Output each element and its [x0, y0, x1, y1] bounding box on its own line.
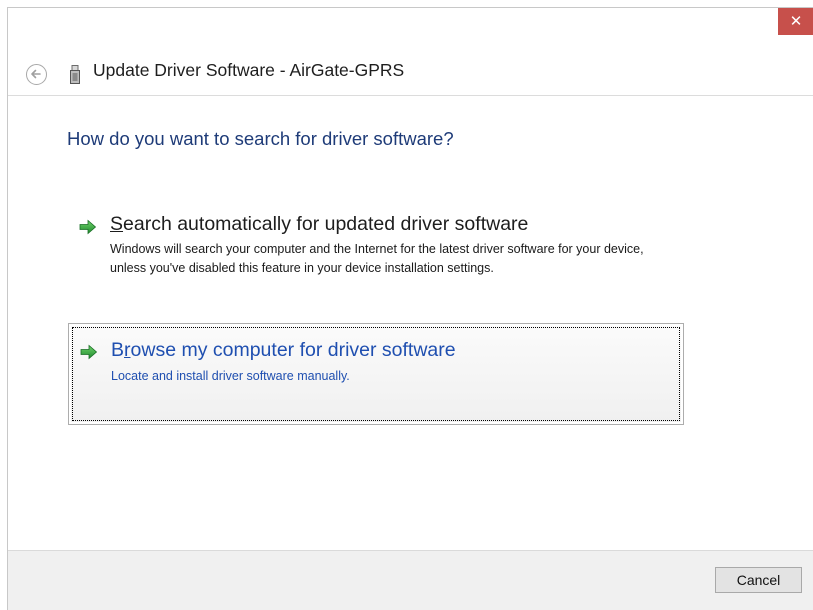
dialog-header: Update Driver Software - AirGate-GPRS: [8, 8, 813, 96]
search-automatically-option[interactable]: Search automatically for updated driver …: [68, 204, 684, 296]
green-arrow-icon: [80, 344, 98, 360]
dialog-footer: Cancel: [8, 550, 813, 610]
browse-computer-title: Browse my computer for driver software: [111, 339, 456, 361]
dialog-window: ✕ Update Driver Software - AirGate-GPRS …: [7, 7, 813, 610]
browse-computer-option[interactable]: Browse my computer for driver software L…: [68, 323, 684, 425]
dialog-title: Update Driver Software - AirGate-GPRS: [93, 60, 405, 80]
cancel-button[interactable]: Cancel: [715, 567, 802, 593]
search-automatically-title: Search automatically for updated driver …: [110, 213, 529, 235]
browse-computer-description: Locate and install driver software manua…: [111, 369, 350, 383]
green-arrow-icon: [79, 219, 97, 235]
back-button[interactable]: [26, 64, 47, 85]
back-arrow-icon: [31, 69, 41, 79]
usb-device-icon: [70, 65, 80, 84]
page-heading: How do you want to search for driver sof…: [67, 128, 454, 149]
search-automatically-description: Windows will search your computer and th…: [110, 242, 644, 275]
